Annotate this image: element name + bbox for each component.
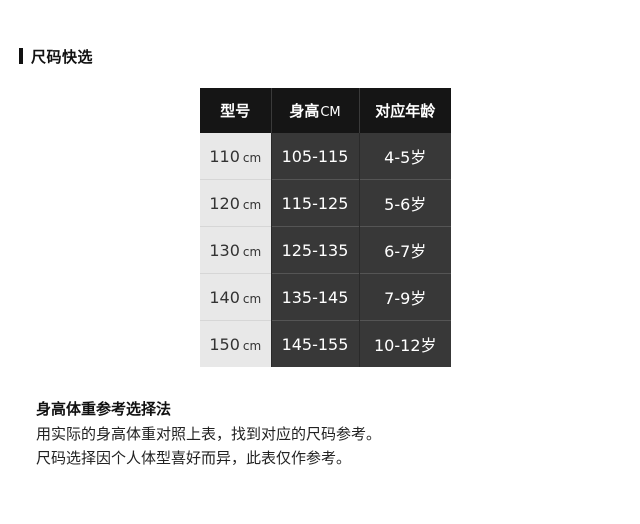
header-model-label: 型号 bbox=[220, 102, 251, 120]
height-cell: 125-135 bbox=[270, 226, 359, 274]
header-age: 对应年龄 bbox=[358, 88, 451, 133]
model-value: 120 bbox=[209, 193, 240, 213]
section-heading: 尺码快选 bbox=[19, 46, 93, 66]
header-height: 身高CM bbox=[270, 88, 359, 133]
model-unit: cm bbox=[242, 291, 262, 306]
model-value: 150 bbox=[209, 334, 240, 354]
model-cell: 110 cm bbox=[200, 133, 271, 180]
height-cell: 145-155 bbox=[270, 320, 359, 367]
model-value: 140 bbox=[209, 287, 240, 307]
model-unit: cm bbox=[242, 338, 262, 353]
method-line-2: 尺码选择因个人体型喜好而异，此表仅作参考。 bbox=[36, 449, 352, 467]
age-cell: 4-5岁 bbox=[358, 133, 451, 180]
selection-method: 身高体重参考选择法 用实际的身高体重对照上表，找到对应的尺码参考。 尺码选择因个… bbox=[36, 398, 616, 470]
table-header-row: 型号 身高CM 对应年龄 bbox=[200, 88, 451, 133]
header-height-label: 身高 bbox=[289, 102, 320, 120]
table-row: 150 cm 145-155 10-12岁 bbox=[200, 320, 451, 367]
header-age-label: 对应年龄 bbox=[375, 102, 436, 120]
model-unit: cm bbox=[242, 150, 262, 165]
method-title: 身高体重参考选择法 bbox=[36, 400, 172, 418]
model-unit: cm bbox=[242, 197, 262, 212]
age-cell: 5-6岁 bbox=[358, 179, 451, 227]
method-line-1: 用实际的身高体重对照上表，找到对应的尺码参考。 bbox=[36, 425, 382, 443]
model-cell: 140 cm bbox=[200, 273, 271, 321]
table-row: 120 cm 115-125 5-6岁 bbox=[200, 179, 451, 227]
height-cell: 115-125 bbox=[270, 179, 359, 227]
age-cell: 10-12岁 bbox=[358, 320, 451, 367]
section-title: 尺码快选 bbox=[31, 47, 94, 66]
height-cell: 105-115 bbox=[270, 133, 359, 180]
height-cell: 135-145 bbox=[270, 273, 359, 321]
model-cell: 120 cm bbox=[200, 179, 271, 227]
model-value: 110 bbox=[209, 146, 240, 166]
age-cell: 6-7岁 bbox=[358, 226, 451, 274]
table-row: 140 cm 135-145 7-9岁 bbox=[200, 273, 451, 321]
model-cell: 130 cm bbox=[200, 226, 271, 274]
header-model: 型号 bbox=[200, 88, 271, 133]
age-cell: 7-9岁 bbox=[358, 273, 451, 321]
heading-bar bbox=[19, 48, 23, 64]
table-row: 130 cm 125-135 6-7岁 bbox=[200, 226, 451, 274]
table-row: 110 cm 105-115 4-5岁 bbox=[200, 133, 451, 180]
header-height-unit: CM bbox=[320, 105, 341, 120]
model-unit: cm bbox=[242, 244, 262, 259]
model-value: 130 bbox=[209, 240, 240, 260]
size-table: 型号 身高CM 对应年龄 110 cm 105-115 4-5岁 120 cm 11… bbox=[200, 88, 451, 367]
model-cell: 150 cm bbox=[200, 320, 271, 367]
